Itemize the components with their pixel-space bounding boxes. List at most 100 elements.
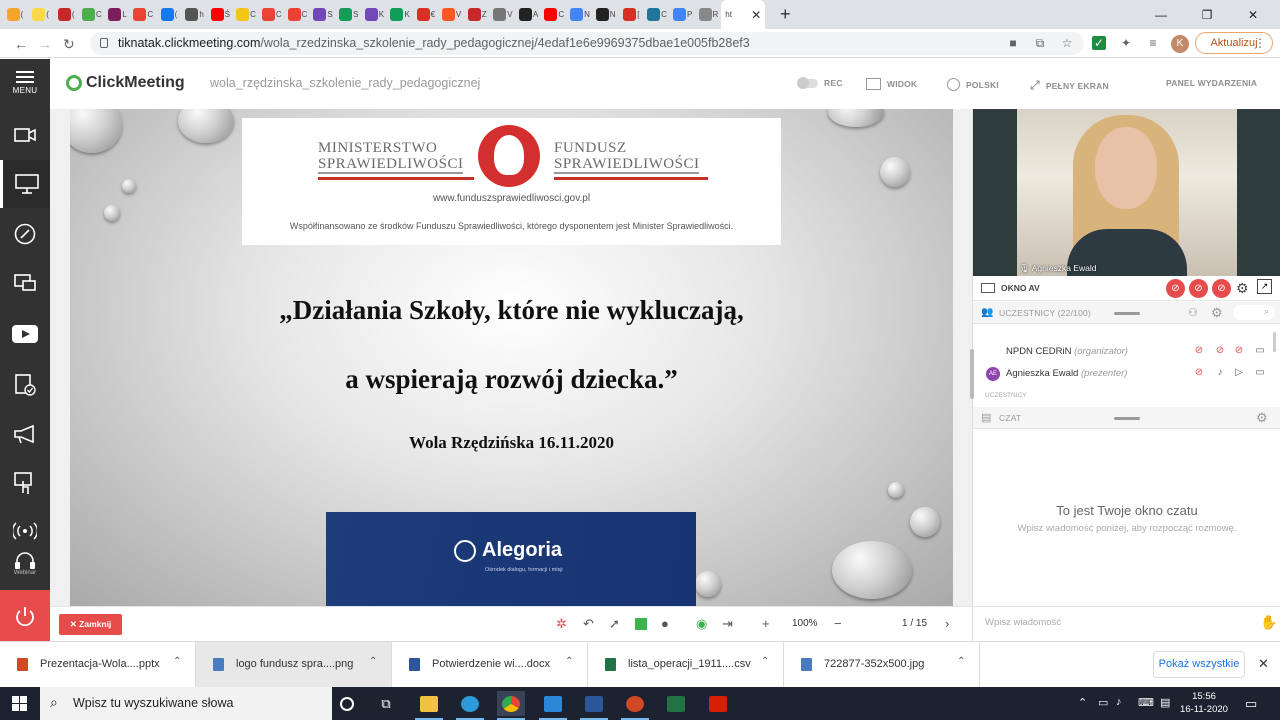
chrome-icon[interactable] — [497, 691, 525, 720]
url-field[interactable]: tiknatak.clickmeeting.com/wola_rzedzinsk… — [90, 32, 1084, 55]
input-method-icon[interactable]: ▤ — [1160, 696, 1170, 709]
download-item[interactable]: Potwierdzenie wi....docx ⌃ — [392, 642, 588, 688]
color-picker-icon[interactable] — [635, 618, 647, 630]
browser-tab[interactable]: K — [362, 0, 388, 29]
browser-tab[interactable]: C — [130, 0, 156, 29]
browser-tab[interactable]: h — [182, 0, 208, 29]
participant-row[interactable]: NPDN CEDRiN (organizator) ⊘ ⊘ ⊘ ▭ — [973, 341, 1280, 363]
edge-icon[interactable] — [456, 691, 484, 720]
youtube-tool-button[interactable] — [0, 310, 50, 358]
chevron-up-icon[interactable]: ⌃ — [369, 656, 377, 667]
browser-tab[interactable]: C — [541, 0, 567, 29]
visibility-eye-icon[interactable]: ◉ — [696, 617, 707, 631]
camera-off-button[interactable]: ⊘ — [1166, 279, 1185, 298]
browser-tab[interactable]: Ś — [208, 0, 234, 29]
language-indicator-icon[interactable]: ⌨ — [1138, 696, 1154, 709]
screen-icon[interactable]: ▭ — [1254, 345, 1266, 357]
profile-avatar[interactable]: K — [1171, 35, 1189, 53]
cortana-icon[interactable] — [333, 691, 361, 716]
drag-handle-icon[interactable] — [1114, 417, 1140, 420]
view-button[interactable]: WIDOK — [866, 78, 917, 90]
reload-icon[interactable]: ↻ — [63, 36, 75, 53]
browser-tab[interactable]: C — [644, 0, 670, 29]
fullscreen-button[interactable]: ⤢ PEŁNY EKRAN — [1030, 78, 1109, 93]
close-presentation-button[interactable]: ✕ Zamknij — [59, 614, 122, 635]
laser-pointer-icon[interactable]: ✲ — [556, 617, 567, 631]
end-session-button[interactable] — [0, 590, 50, 641]
announcement-tool-button[interactable] — [0, 410, 50, 458]
cursor-icon[interactable]: ➚ — [609, 617, 620, 631]
menu-button[interactable]: MENU — [0, 59, 50, 109]
browser-tab[interactable]: ( — [53, 0, 79, 29]
browser-tab[interactable]: S — [310, 0, 336, 29]
download-item[interactable]: lista_operacji_1911....csv ⌃ — [588, 642, 784, 688]
browser-tab[interactable]: V — [439, 0, 465, 29]
browser-tab[interactable]: N — [567, 0, 593, 29]
chat-input[interactable]: Wpisz wiadomość ✋ — [973, 606, 1280, 641]
chevron-up-icon[interactable]: ⌃ — [565, 656, 573, 667]
participants-header[interactable]: 👥 UCZESTNICY (22/100) ⚇ ⚙ ⌕ — [973, 302, 1280, 324]
language-button[interactable]: POLSKI — [947, 78, 999, 91]
maximize-icon[interactable]: ❐ — [1184, 0, 1230, 29]
cta-tool-button[interactable] — [0, 460, 50, 508]
download-item[interactable]: 722877-352x500.jpg ⌃ — [784, 642, 980, 688]
browser-tab[interactable]: A — [516, 0, 542, 29]
new-tab-button[interactable]: + — [775, 4, 795, 25]
windows-start-icon[interactable] — [12, 696, 28, 712]
chat-gear-icon[interactable]: ⚙ — [1256, 410, 1268, 426]
window-close-icon[interactable]: ✕ — [1230, 0, 1276, 29]
whiteboard-tool-button[interactable] — [0, 210, 50, 258]
mic-off-button[interactable]: ⊘ — [1189, 279, 1208, 298]
screen-icon[interactable]: ▭ — [1254, 367, 1266, 379]
browser-tab[interactable]: € — [413, 0, 439, 29]
powerpoint-icon[interactable] — [621, 691, 649, 720]
task-view-icon[interactable]: ⧉ — [372, 691, 400, 716]
update-button[interactable]: Aktualizuj — [1195, 32, 1273, 54]
undo-icon[interactable]: ↶ — [583, 617, 594, 631]
bookmark-star-icon[interactable]: ☆ — [1060, 36, 1074, 50]
camera-icon[interactable]: ■ — [1006, 36, 1020, 50]
chevron-up-icon[interactable]: ⌃ — [761, 656, 769, 667]
close-download-bar-icon[interactable]: ✕ — [1258, 656, 1269, 672]
video-icon[interactable]: ▷ — [1233, 367, 1245, 379]
user-settings-icon[interactable]: ⚇ — [1188, 306, 1198, 319]
browser-tab[interactable]: Z — [464, 0, 490, 29]
active-browser-tab[interactable]: ht ✕ — [721, 0, 766, 29]
photos-icon[interactable] — [539, 691, 567, 720]
excel-icon[interactable] — [662, 691, 690, 716]
fit-width-icon[interactable]: ⇥ — [722, 617, 733, 631]
participants-gear-icon[interactable]: ⚙ — [1211, 305, 1223, 321]
zoom-out-icon[interactable]: − — [834, 617, 842, 631]
browser-tab[interactable]: N — [593, 0, 619, 29]
extension-check-icon[interactable]: ✓ — [1092, 36, 1106, 50]
browser-tab[interactable]: P — [670, 0, 696, 29]
translate-icon[interactable]: ⧉ — [1033, 36, 1047, 50]
tray-expand-icon[interactable]: ⌃ — [1078, 696, 1087, 709]
mic-icon[interactable]: ♪ — [1214, 367, 1226, 379]
word-icon[interactable] — [580, 691, 608, 720]
test-tool-button[interactable] — [0, 360, 50, 408]
notifications-icon[interactable]: ▭ — [1245, 696, 1257, 712]
download-item[interactable]: Prezentacja-Wola....pptx ⌃ — [0, 642, 196, 688]
browser-tab[interactable]: K — [387, 0, 413, 29]
taskbar-search-input[interactable]: ⌕ Wpisz tu wyszukiwane słowa — [40, 687, 332, 720]
browser-tab[interactable]: V — [490, 0, 516, 29]
hand-icon[interactable]: ✋ — [1260, 614, 1277, 631]
show-all-downloads-button[interactable]: Pokaż wszystkie — [1153, 651, 1245, 678]
av-settings-gear-icon[interactable]: ⚙ — [1236, 280, 1249, 297]
brush-size-icon[interactable]: ● — [661, 617, 669, 631]
browser-tab[interactable]: R — [696, 0, 722, 29]
download-item[interactable]: logo fundusz spra....png ⌃ — [196, 642, 392, 688]
file-explorer-icon[interactable] — [415, 691, 443, 720]
audio-off-button[interactable]: ⊘ — [1212, 279, 1231, 298]
forward-icon[interactable]: → — [38, 36, 52, 52]
camera-muted-icon[interactable]: ⊘ — [1193, 367, 1205, 379]
chat-header[interactable]: ▤ CZAT ⚙ — [973, 407, 1280, 429]
drag-handle-icon[interactable] — [1114, 312, 1140, 315]
browser-tab[interactable]: ( — [156, 0, 182, 29]
presentation-tool-button[interactable] — [0, 160, 50, 208]
browser-tab[interactable]: ( — [28, 0, 54, 29]
mic-muted-icon[interactable]: ⊘ — [1214, 345, 1226, 357]
browser-tab[interactable]: [ — [619, 0, 645, 29]
event-panel-button[interactable]: PANEL WYDARZENIA — [1166, 78, 1257, 88]
